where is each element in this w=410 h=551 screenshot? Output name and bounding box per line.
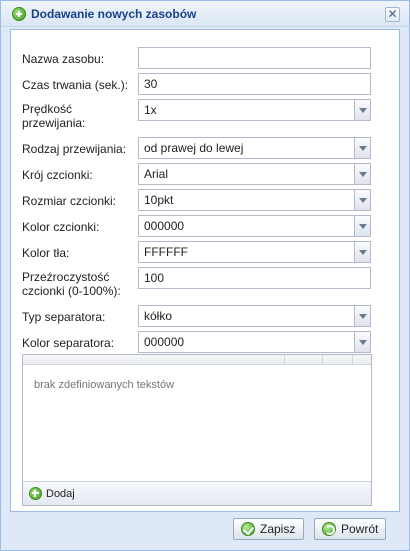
font-color-select[interactable]: 000000 (138, 215, 371, 237)
chevron-down-icon[interactable] (354, 99, 371, 121)
grid-header (23, 355, 371, 365)
dialog-title: Dodawanie nowych zasobów (31, 7, 197, 21)
transparency-label: Przeźroczystość czcionki (0-100%): (22, 270, 121, 298)
chevron-down-icon[interactable] (354, 331, 371, 353)
scroll-speed-label: Prędkość przewijania: (22, 102, 86, 130)
plus-icon (29, 487, 42, 500)
resource-name-label: Nazwa zasobu: (22, 52, 105, 66)
grid-column-header[interactable] (285, 355, 323, 365)
add-text-label: Dodaj (46, 488, 75, 500)
save-button[interactable]: Zapisz (233, 518, 304, 540)
grid-toolbar: Dodaj (23, 481, 371, 505)
font-face-value: Arial (144, 167, 169, 181)
font-size-select[interactable]: 10pkt (138, 189, 371, 211)
scroll-type-value: od prawej do lewej (144, 141, 244, 155)
chevron-down-icon[interactable] (354, 137, 371, 159)
grid-column-header[interactable] (323, 355, 353, 365)
grid-column-header[interactable] (23, 355, 285, 365)
font-size-value: 10pkt (144, 193, 174, 207)
separator-type-label: Typ separatora: (22, 310, 106, 324)
chevron-down-icon[interactable] (354, 163, 371, 185)
font-color-label: Kolor czcionki: (22, 220, 100, 234)
close-icon: ✕ (387, 7, 398, 21)
transparency-input[interactable]: 100 (138, 267, 371, 289)
add-circle-icon (12, 7, 26, 21)
back-button[interactable]: Powrót (314, 518, 386, 540)
chevron-down-icon[interactable] (354, 189, 371, 211)
chevron-down-icon[interactable] (354, 215, 371, 237)
scroll-type-label: Rodzaj przewijania: (22, 142, 127, 156)
duration-label: Czas trwania (sek.): (22, 78, 129, 92)
background-color-value: FFFFFF (144, 245, 188, 259)
font-size-label: Rozmiar czcionki: (22, 194, 117, 208)
separator-color-select[interactable]: 000000 (138, 331, 371, 353)
separator-color-value: 000000 (144, 335, 185, 349)
close-button[interactable]: ✕ (385, 7, 400, 22)
add-text-button[interactable]: Dodaj (29, 486, 75, 502)
grid-empty-text: brak zdefiniowanych tekstów (34, 379, 175, 391)
resource-name-input[interactable] (138, 47, 371, 69)
dialog-window: Dodawanie nowych zasobów ✕ Nazwa zasobu:… (0, 0, 410, 551)
undo-icon (322, 522, 336, 536)
separator-type-value: kółko (144, 309, 173, 323)
background-color-label: Kolor tła: (22, 246, 70, 260)
texts-grid: brak zdefiniowanych tekstów Dodaj (22, 354, 372, 506)
font-face-select[interactable]: Arial (138, 163, 371, 185)
dialog-titlebar[interactable]: Dodawanie nowych zasobów ✕ (1, 1, 409, 27)
font-color-value: 000000 (144, 219, 185, 233)
chevron-down-icon[interactable] (354, 241, 371, 263)
back-label: Powrót (341, 522, 379, 536)
duration-input[interactable]: 30 (138, 73, 371, 95)
check-icon (241, 522, 255, 536)
scroll-speed-select[interactable]: 1x (138, 99, 371, 121)
separator-color-label: Kolor separatora: (22, 336, 115, 350)
scroll-type-select[interactable]: od prawej do lewej (138, 137, 371, 159)
font-face-label: Krój czcionki: (22, 168, 93, 182)
save-label: Zapisz (260, 522, 296, 536)
separator-type-select[interactable]: kółko (138, 305, 371, 327)
background-color-select[interactable]: FFFFFF (138, 241, 371, 263)
chevron-down-icon[interactable] (354, 305, 371, 327)
form-panel: Nazwa zasobu: Czas trwania (sek.): 30 Pr… (10, 29, 400, 512)
scroll-speed-value: 1x (144, 103, 157, 117)
